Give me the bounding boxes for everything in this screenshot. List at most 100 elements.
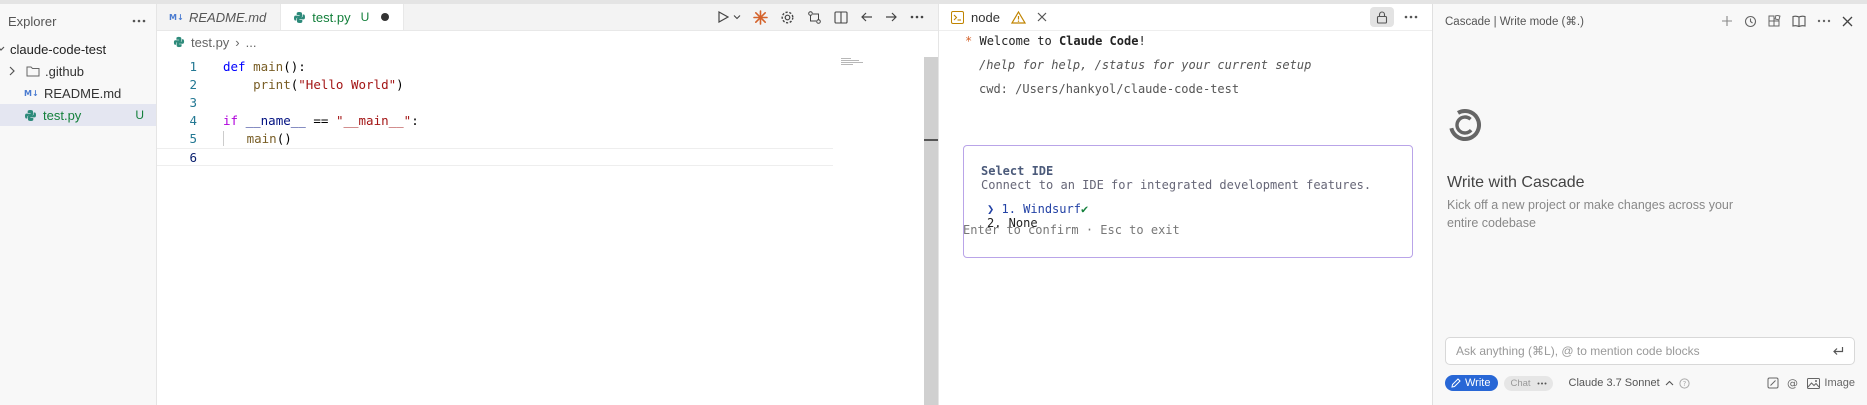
terminal-tab-label: node [971, 9, 1000, 25]
breadcrumb-file[interactable]: test.py [191, 35, 229, 50]
lock-button[interactable] [1370, 7, 1394, 27]
line-number: 5 [189, 131, 197, 147]
line-number: 2 [189, 76, 197, 92]
more-actions-icon[interactable] [1817, 19, 1831, 23]
untracked-badge: U [135, 108, 144, 122]
history-icon[interactable] [1744, 15, 1757, 28]
dialog-hint: Enter to confirm · Esc to exit [963, 223, 1180, 237]
input-placeholder: Ask anything (⌘L), @ to mention code blo… [1456, 344, 1700, 358]
code-token: : [411, 113, 419, 129]
edit-checkbox-icon[interactable] [1767, 377, 1779, 389]
code-token: main [246, 131, 277, 147]
help-line: /help for help, /status for your current… [979, 58, 1312, 72]
explorer-panel: Explorer claude-code-test .github M↓ REA… [0, 4, 157, 405]
close-icon[interactable] [1842, 16, 1853, 27]
claude-icon[interactable] [753, 9, 768, 25]
terminal-output[interactable]: * Welcome to Claude Code! /help for help… [939, 31, 1420, 405]
book-icon[interactable] [1792, 15, 1806, 27]
arrow-left-icon[interactable] [860, 11, 873, 23]
svg-text:M↓: M↓ [24, 89, 38, 98]
plus-icon[interactable] [1721, 15, 1733, 27]
explorer-item-label: README.md [44, 85, 122, 101]
tab-readme[interactable]: M↓ README.md [157, 4, 282, 30]
warning-icon[interactable] [1010, 10, 1026, 24]
model-selector[interactable]: Claude 3.7 Sonnet ? [1569, 377, 1690, 389]
tab-label: test.py [312, 9, 351, 25]
editor-actions [717, 4, 938, 30]
code-editor[interactable]: 1 def main(): 2 print("Hello World") 3 4… [157, 57, 938, 167]
split-editor-icon[interactable] [834, 10, 848, 24]
chevron-right-icon [6, 65, 18, 77]
minimap[interactable] [841, 58, 865, 68]
code-token: print [253, 76, 291, 92]
chat-label: Chat [1510, 377, 1531, 389]
enter-icon[interactable] [1832, 346, 1844, 356]
python-icon [293, 11, 306, 24]
mention-icon[interactable]: @ [1787, 377, 1799, 389]
code-line: 3 [157, 93, 938, 111]
cwd-line: cwd: /Users/hankyol/claude-code-test [979, 82, 1240, 96]
compare-changes-icon[interactable] [807, 10, 822, 25]
run-icon[interactable] [717, 11, 729, 23]
unsaved-dot-icon[interactable] [381, 13, 390, 21]
chevron-right-icon: › [235, 34, 240, 50]
breadcrumb-symbol[interactable]: ... [246, 35, 257, 50]
chat-mode-button[interactable]: Chat [1504, 375, 1553, 391]
line-number: 4 [189, 113, 197, 129]
welcome-line: * Welcome to Claude Code! [965, 34, 1146, 48]
cascade-header: Cascade | Write mode (⌘.) [1433, 4, 1867, 38]
option-windsurf[interactable]: ❯ 1. Windsurf✔ [987, 202, 1088, 216]
explorer-title: Explorer [8, 13, 57, 29]
close-icon[interactable] [1037, 12, 1047, 22]
more-actions-icon[interactable] [910, 15, 924, 19]
dialog-subtitle: Connect to an IDE for integrated develop… [981, 178, 1372, 192]
cascade-toolbar: Write Chat Claude 3.7 Sonnet ? @ Image [1445, 374, 1855, 392]
editor-area: M↓ README.md test.py U test.py › ... 1 d… [157, 4, 938, 405]
editor-scrollbar[interactable] [924, 57, 938, 405]
welcome-suffix: ! [1138, 34, 1146, 48]
markdown-icon: M↓ [24, 88, 38, 98]
chevron-up-icon [1665, 380, 1674, 386]
python-icon [24, 109, 37, 122]
checkmark-icon: ✔ [1080, 202, 1089, 216]
explorer-item-label: .github [45, 63, 85, 79]
more-actions-icon[interactable] [132, 19, 146, 23]
cascade-chat-input[interactable]: Ask anything (⌘L), @ to mention code blo… [1445, 337, 1855, 365]
help-icon[interactable]: ? [1679, 377, 1690, 389]
welcome-product: Claude Code [1058, 34, 1139, 48]
code-line: 4 if __name__ == "__main__": [157, 112, 938, 130]
python-icon [173, 36, 185, 48]
root-folder-label: claude-code-test [10, 41, 107, 57]
image-button[interactable]: Image [1807, 377, 1855, 389]
more-actions-icon[interactable] [1404, 15, 1418, 19]
terminal-tab-node[interactable]: node [951, 10, 1047, 25]
svg-text:@: @ [1787, 377, 1798, 389]
explorer-item-test-py[interactable]: test.py U [0, 104, 156, 126]
extensions-icon[interactable] [1768, 14, 1781, 28]
explorer-root-folder[interactable]: claude-code-test [0, 38, 156, 60]
lock-icon [1376, 10, 1388, 24]
run-dropdown-icon[interactable] [733, 13, 741, 21]
pencil-icon [1451, 378, 1461, 388]
explorer-item-readme[interactable]: M↓ README.md [0, 82, 156, 104]
code-token: () [276, 131, 292, 147]
cascade-panel: Cascade | Write mode (⌘.) Write with Cas… [1432, 4, 1867, 405]
code-token: def [223, 58, 246, 74]
explorer-item-label: test.py [43, 107, 82, 123]
terminal-icon [951, 10, 964, 24]
arrow-right-icon[interactable] [885, 11, 898, 23]
cascade-header-title: Cascade | Write mode (⌘.) [1445, 16, 1584, 28]
markdown-icon: M↓ [169, 12, 183, 22]
code-token: if [223, 113, 239, 129]
write-mode-button[interactable]: Write [1445, 375, 1499, 391]
settings-icon[interactable] [780, 10, 795, 25]
option-label: 1. Windsurf [1001, 202, 1081, 216]
welcome-prefix: Welcome to [979, 34, 1059, 48]
image-label: Image [1824, 377, 1855, 389]
line-number: 1 [189, 58, 197, 74]
line-number: 6 [189, 149, 197, 165]
explorer-item-github[interactable]: .github [0, 60, 156, 82]
tab-test-py[interactable]: test.py U [281, 4, 405, 30]
terminal-tab-bar: node [939, 4, 1432, 31]
more-actions-icon[interactable] [1537, 382, 1547, 385]
